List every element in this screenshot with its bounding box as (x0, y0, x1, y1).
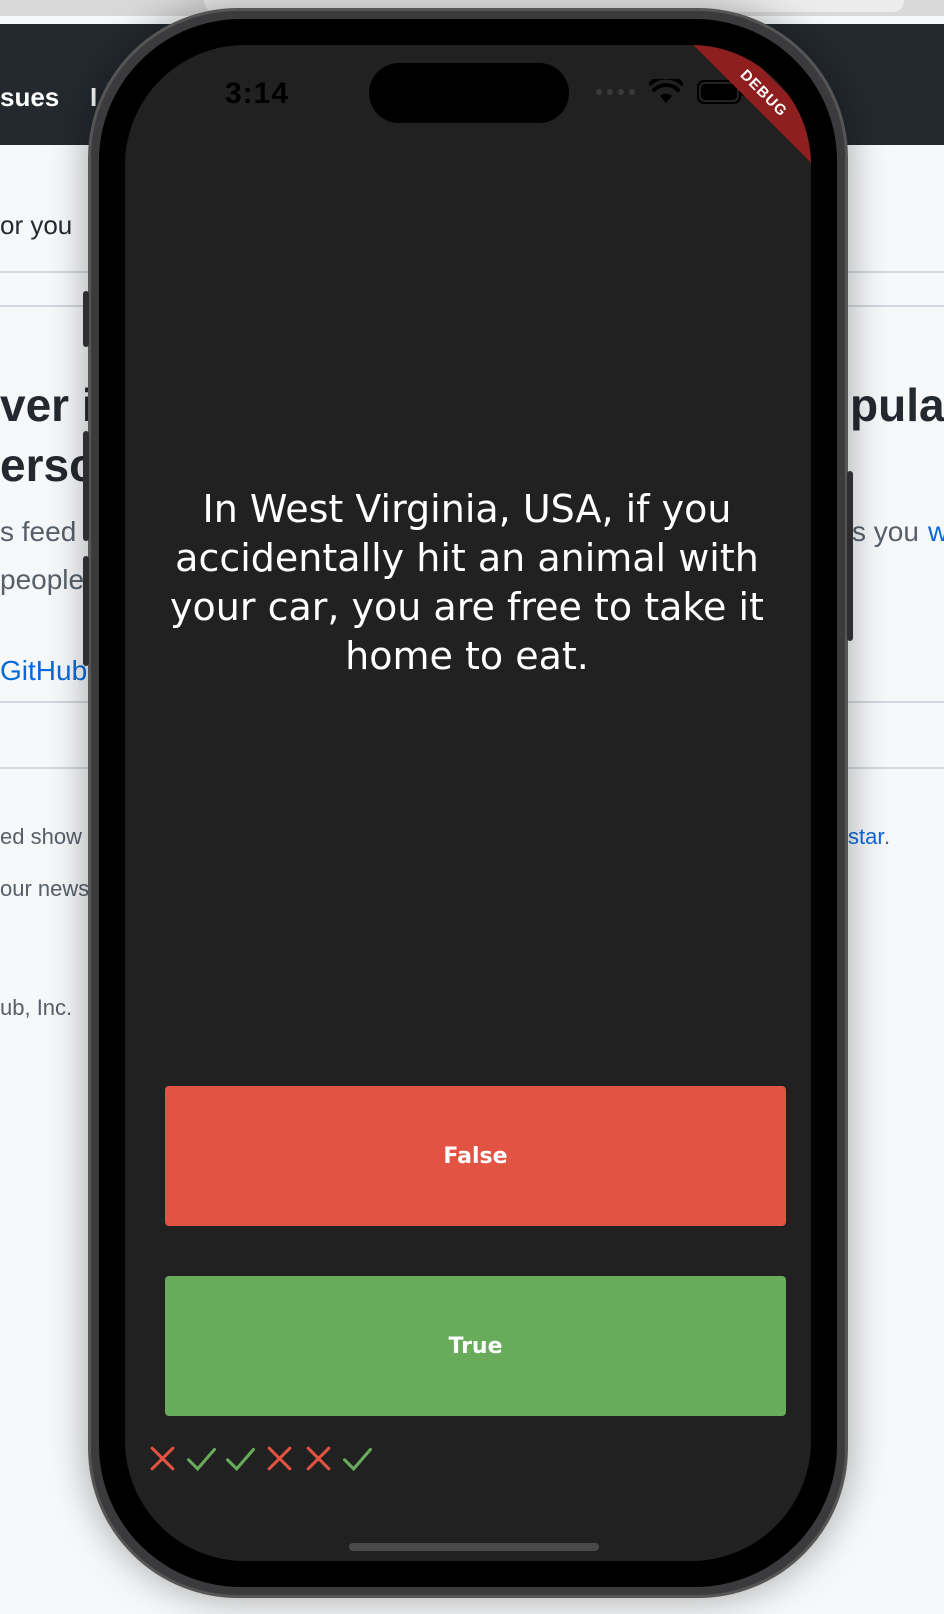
mute-switch (83, 291, 89, 347)
phone-frame: 3:14 DEBUG In West Virginia, USA, if you… (83, 8, 853, 1598)
correct-mark-icon (343, 1447, 372, 1472)
bg-text: or you (0, 210, 73, 240)
bg-text: our news (0, 876, 90, 901)
true-button[interactable]: True (165, 1276, 786, 1416)
bg-text: people (0, 564, 85, 595)
bg-text: . (884, 824, 891, 849)
bg-link[interactable]: w (928, 516, 944, 548)
bg-heading: pula (850, 379, 944, 431)
status-time: 3:14 (225, 77, 290, 110)
wifi-icon (649, 79, 683, 103)
correct-mark-icon (187, 1447, 216, 1472)
bg-text: s you (852, 516, 919, 547)
bg-heading: ersc (0, 439, 95, 491)
nav-issues-link[interactable]: sues (0, 82, 59, 113)
dynamic-island (369, 63, 569, 123)
wrong-mark-icon (267, 1446, 292, 1471)
question-text: In West Virginia, USA, if you accidental… (170, 487, 764, 678)
wrong-mark-icon (150, 1446, 175, 1471)
debug-banner: DEBUG (685, 45, 811, 172)
status-icons (596, 79, 745, 105)
footer-copyright: ub, Inc. (0, 995, 73, 1020)
phone-bezel: 3:14 DEBUG In West Virginia, USA, if you… (99, 19, 837, 1587)
power-button (847, 471, 853, 641)
github-link[interactable]: GitHub (0, 655, 87, 687)
wrong-mark-icon (306, 1446, 331, 1471)
signal-dots-icon (596, 89, 635, 95)
score-keeper (147, 1443, 373, 1474)
bg-text: s feed (0, 516, 77, 547)
app-screen: 3:14 DEBUG In West Virginia, USA, if you… (125, 45, 811, 1561)
volume-down-button (83, 556, 89, 666)
bg-text: ed show (0, 824, 82, 849)
volume-up-button (83, 431, 89, 541)
correct-mark-icon (226, 1447, 255, 1472)
star-link[interactable]: star (848, 824, 885, 850)
false-button[interactable]: False (165, 1086, 786, 1226)
home-indicator[interactable] (349, 1543, 599, 1551)
